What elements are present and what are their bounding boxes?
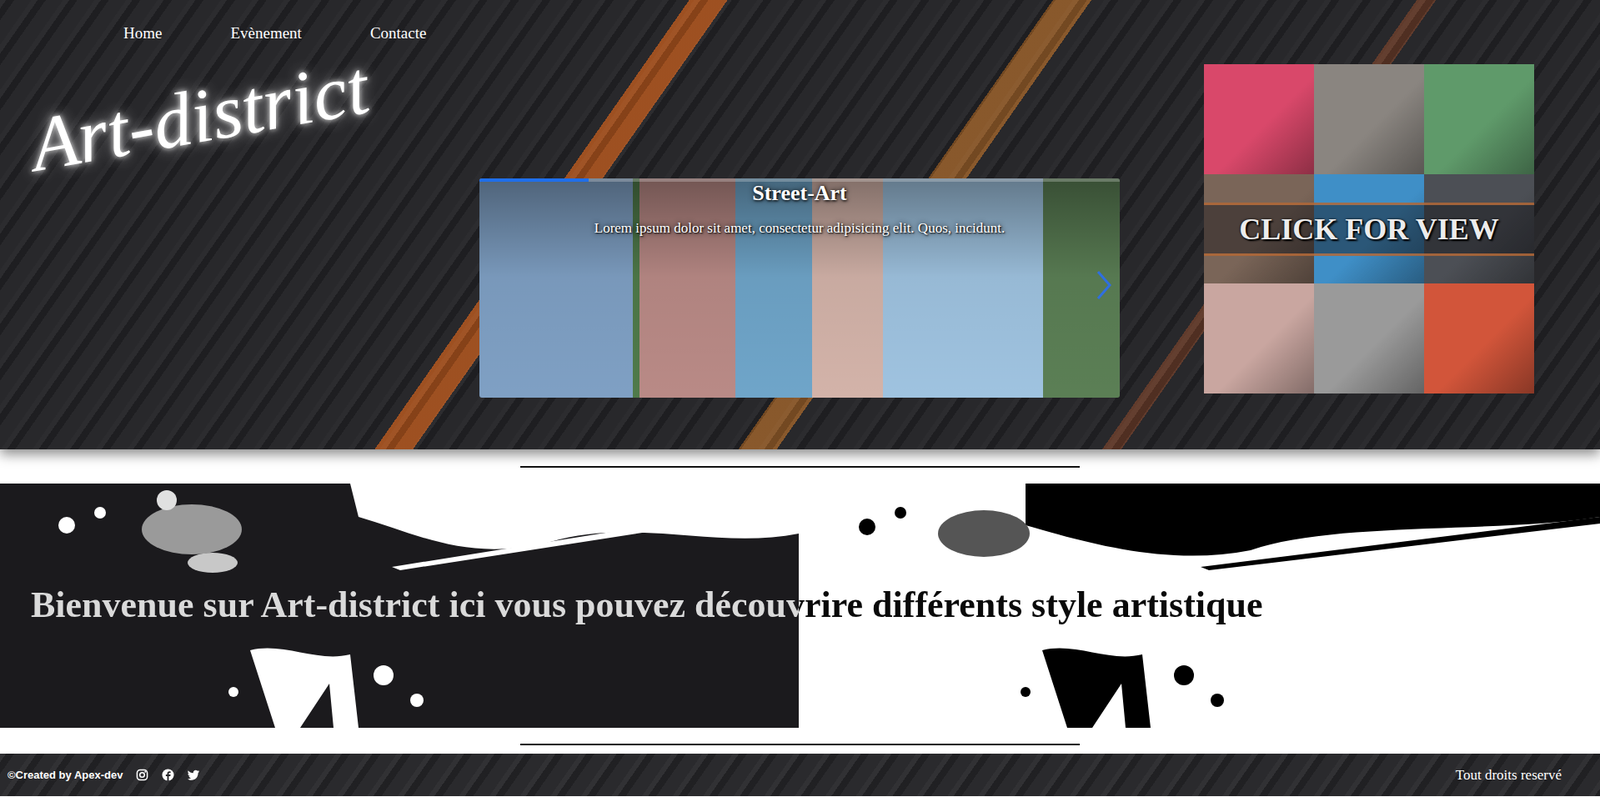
gallery-tile[interactable] xyxy=(1424,64,1535,175)
carousel-text: Lorem ipsum dolor sit amet, consectetur … xyxy=(479,217,1120,240)
gallery-overlay-text[interactable]: CLICK FOR VIEW xyxy=(1203,202,1535,256)
gallery-tile[interactable] xyxy=(1314,64,1425,175)
site-logo[interactable]: Art-district xyxy=(16,36,383,196)
gallery-grid[interactable]: CLICK FOR VIEW xyxy=(1203,64,1535,394)
divider-line xyxy=(520,743,1080,746)
social-links xyxy=(135,768,201,782)
gallery-tile[interactable] xyxy=(1314,283,1425,394)
gallery-tile[interactable] xyxy=(1203,283,1315,394)
nav-item: Contacte xyxy=(370,21,427,46)
welcome-heading: Bienvenue sur Art-district ici vous pouv… xyxy=(0,583,1600,628)
facebook-icon[interactable] xyxy=(161,768,175,782)
carousel-progress-fill xyxy=(479,178,589,182)
nav-item: Home xyxy=(123,21,162,46)
credit-text: ©Created by Apex-dev xyxy=(7,767,123,784)
gallery-tile[interactable] xyxy=(1424,283,1535,394)
main-nav: Home Evènement Contacte xyxy=(0,0,1204,65)
welcome-banner: Bienvenue sur Art-district ici vous pouv… xyxy=(0,483,1600,728)
twitter-icon[interactable] xyxy=(187,768,201,782)
footer-left: ©Created by Apex-dev xyxy=(7,767,201,784)
welcome-section: Bienvenue sur Art-district ici vous pouv… xyxy=(0,449,1600,746)
page-footer: ©Created by Apex-dev Tout droits reservé xyxy=(0,753,1600,797)
gallery-tile[interactable] xyxy=(1203,64,1315,175)
carousel-photo xyxy=(479,178,1120,398)
carousel-caption: Street-Art Lorem ipsum dolor sit amet, co… xyxy=(479,178,1120,240)
logo-area: Art-district xyxy=(0,64,480,398)
street-art-carousel[interactable]: Street-Art Lorem ipsum dolor sit amet, co… xyxy=(479,178,1120,398)
nav-link[interactable]: Contacte xyxy=(370,24,427,42)
page-header: HomeEvènementContacteArt-districtStreet-… xyxy=(0,0,1600,450)
divider-line xyxy=(520,466,1080,468)
nav-link[interactable]: Home xyxy=(123,24,162,42)
nav-item: Evènement xyxy=(230,21,301,46)
carousel-title: Street-Art xyxy=(479,180,1120,206)
next-arrow-icon[interactable] xyxy=(1093,268,1114,302)
rights-text: Tout droits reservé xyxy=(1455,764,1562,787)
nav-link[interactable]: Evènement xyxy=(230,24,301,42)
instagram-icon[interactable] xyxy=(135,768,149,782)
